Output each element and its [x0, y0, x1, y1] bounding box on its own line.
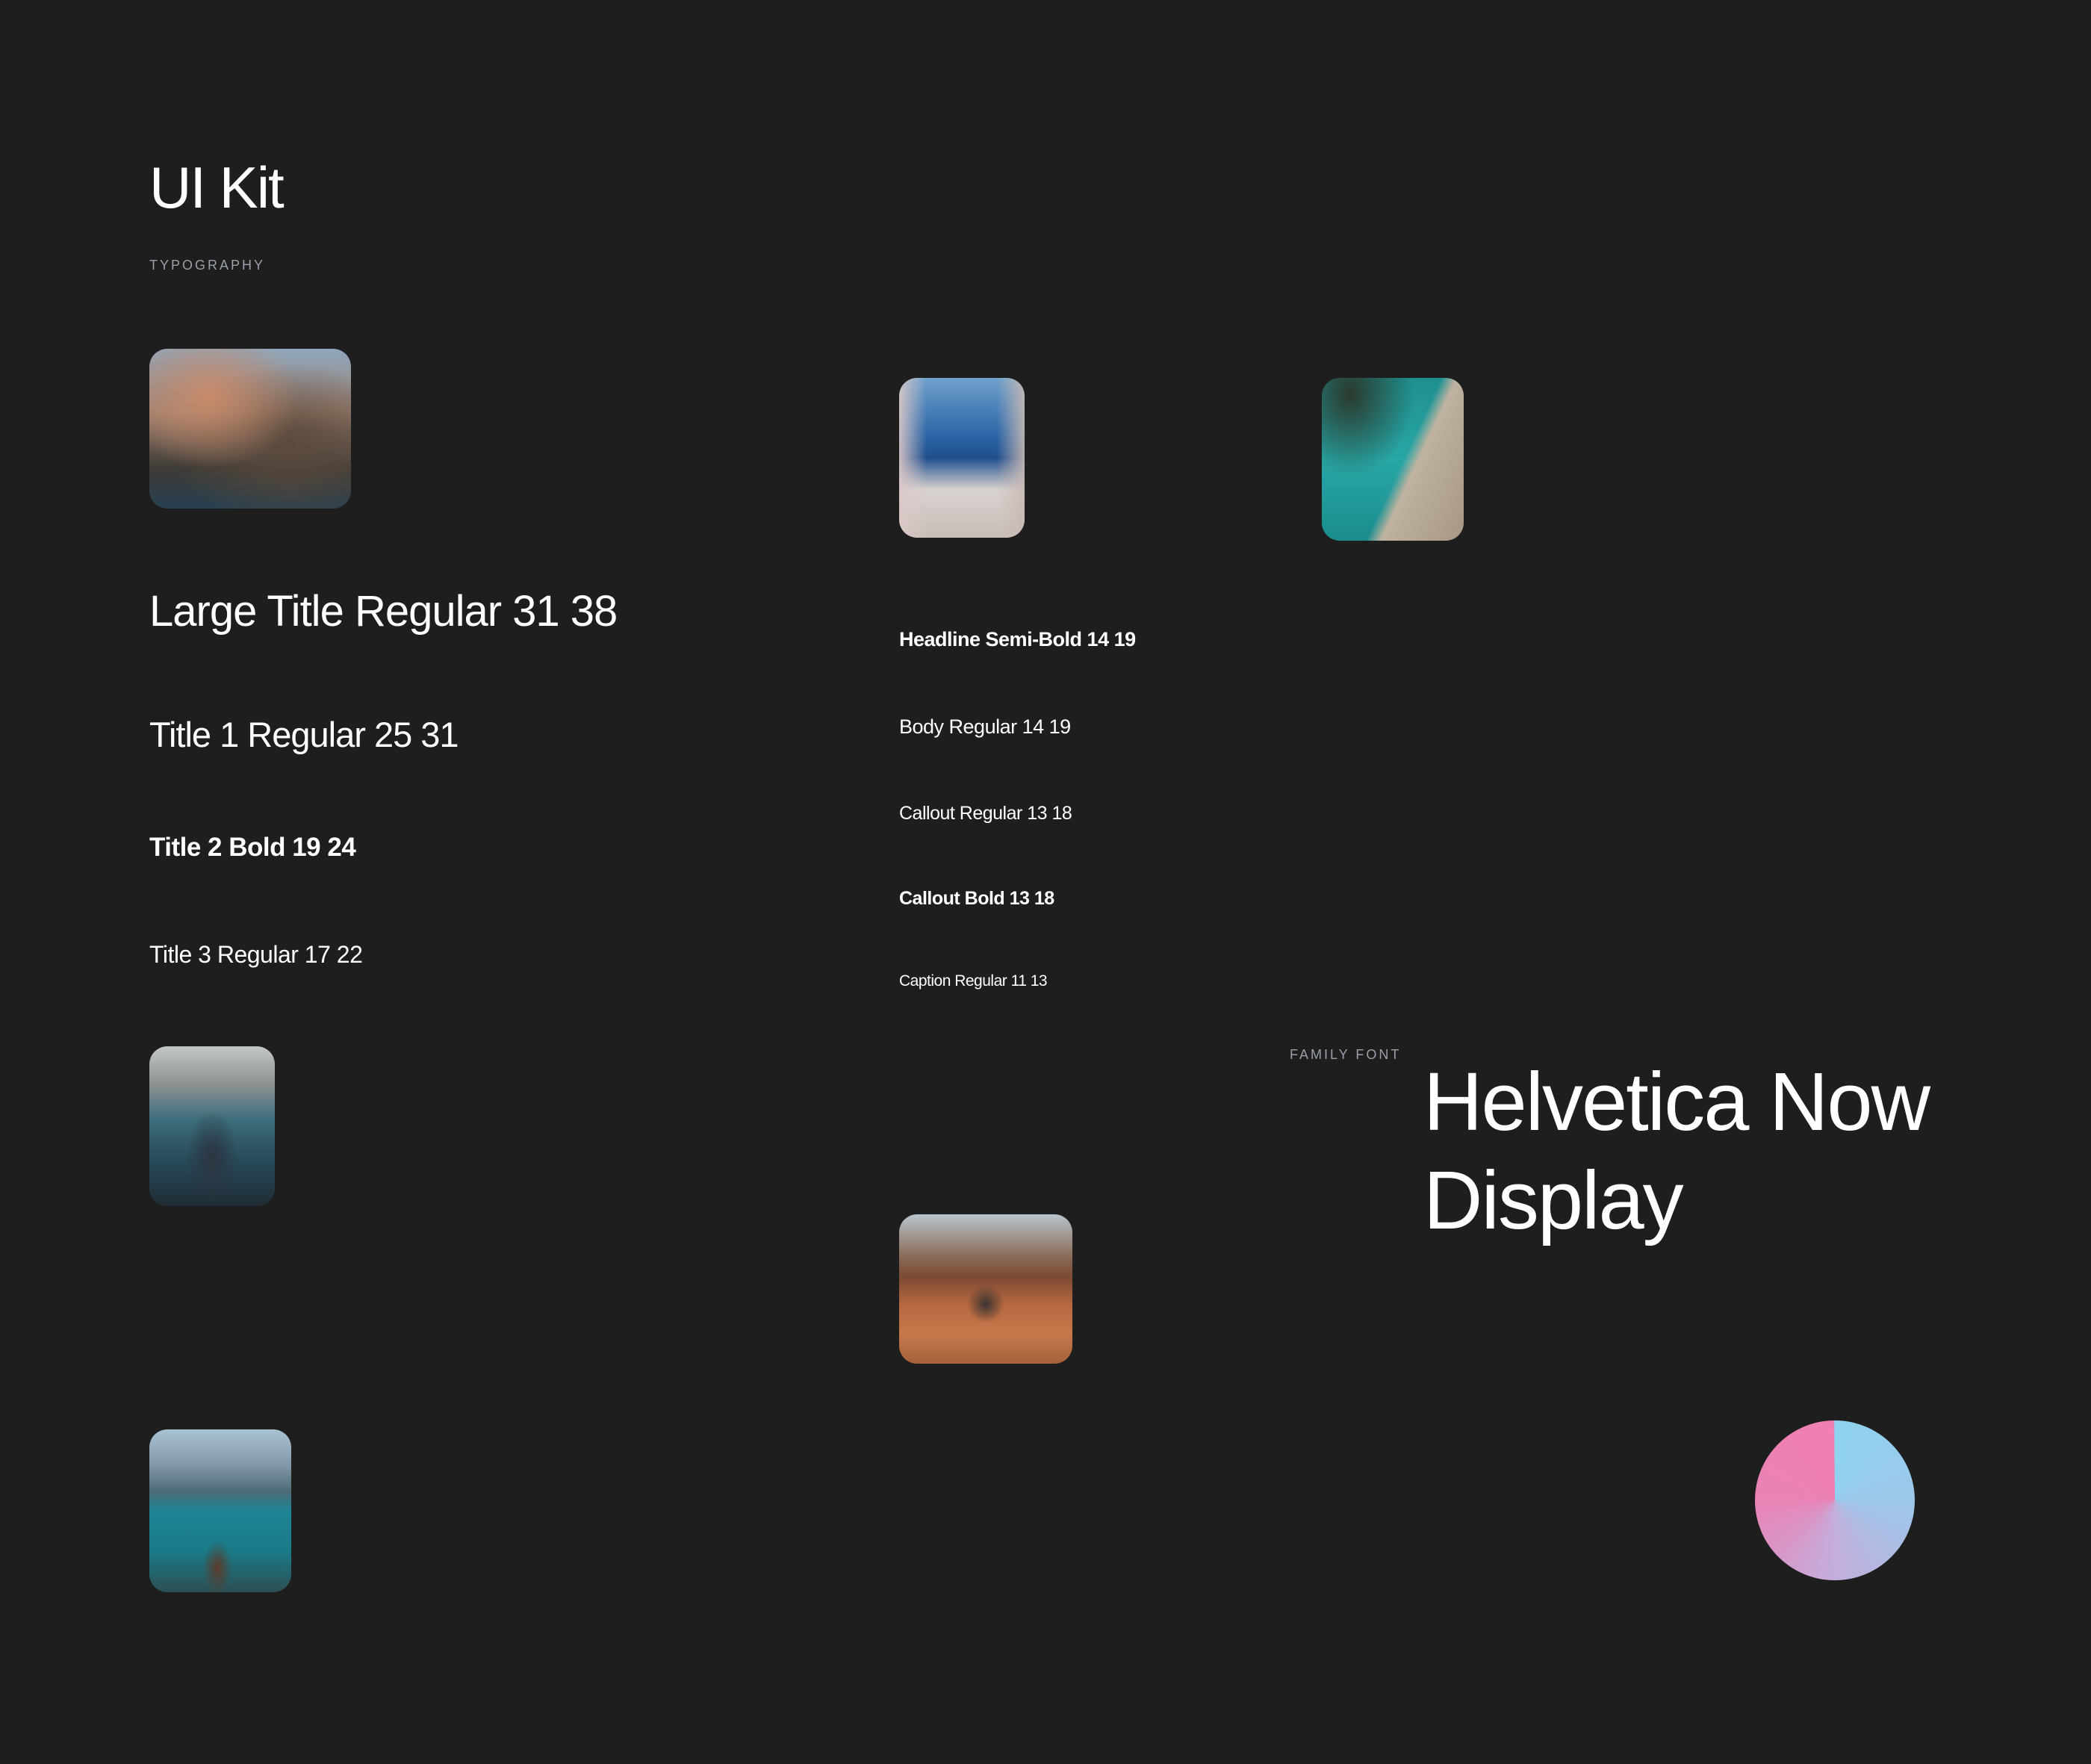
- font-family-name: Helvetica Now Display: [1423, 1053, 2066, 1250]
- page-title: UI Kit: [149, 155, 285, 220]
- headline-sample: Headline Semi-Bold 14 19: [899, 628, 1136, 650]
- coastal-cliff-village-photo: [149, 349, 351, 509]
- title-2-sample: Title 2 Bold 19 24: [149, 833, 356, 862]
- title-1-sample: Title 1 Regular 25 31: [149, 715, 459, 754]
- mountain-lake-boat-photo: [149, 1046, 275, 1206]
- family-font-label: FAMILY FONT: [1290, 1047, 1402, 1062]
- gradient-color-swatch: [1755, 1420, 1915, 1580]
- desert-hiker-photo: [899, 1214, 1072, 1364]
- caption-sample: Caption Regular 11 13: [899, 972, 1048, 990]
- aerial-beach-boats-photo: [1322, 378, 1464, 541]
- callout-bold-sample: Callout Bold 13 18: [899, 888, 1054, 909]
- callout-regular-sample: Callout Regular 13 18: [899, 803, 1072, 824]
- title-3-sample: Title 3 Regular 17 22: [149, 941, 363, 968]
- font-family-name-line-1: Helvetica Now: [1423, 1056, 1930, 1148]
- font-family-name-line-2: Display: [1423, 1155, 1684, 1246]
- typography-section-label: TYPOGRAPHY: [149, 258, 266, 273]
- santorini-sea-view-photo: [899, 378, 1025, 538]
- large-title-sample: Large Title Regular 31 38: [149, 587, 618, 636]
- body-sample: Body Regular 14 19: [899, 715, 1071, 738]
- moraine-lake-hiker-photo: [149, 1429, 291, 1592]
